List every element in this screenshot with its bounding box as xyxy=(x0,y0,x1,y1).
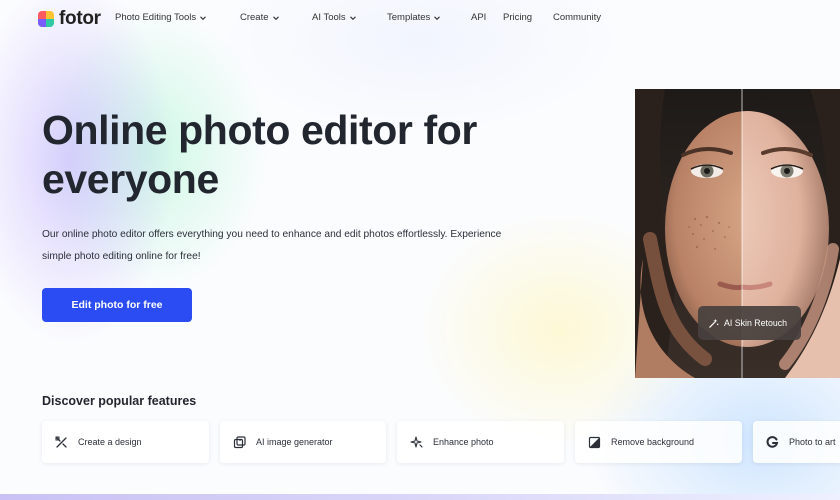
nav-item-community[interactable]: Community xyxy=(553,12,601,23)
feature-label: Create a design xyxy=(78,437,142,447)
nav-item-photo-editing-tools[interactable]: Photo Editing Tools xyxy=(115,12,207,23)
hero-title-line-2: everyone xyxy=(42,156,219,202)
ai-image-icon xyxy=(233,435,246,448)
chevron-down-icon xyxy=(272,15,279,20)
feature-label: Photo to art xyxy=(789,437,836,447)
design-tools-icon xyxy=(55,436,67,448)
features-title: Discover popular features xyxy=(42,394,197,408)
nav-label: API xyxy=(471,12,487,23)
nav-item-pricing[interactable]: Pricing xyxy=(503,12,532,23)
edit-photo-for-free-button[interactable]: Edit photo for free xyxy=(42,288,192,322)
feature-label: AI image generator xyxy=(256,437,333,447)
sparkle-wand-icon xyxy=(709,318,719,328)
nav-label: Photo Editing Tools xyxy=(115,12,197,23)
feature-enhance-photo[interactable]: Enhance photo xyxy=(397,421,564,463)
remove-bg-icon xyxy=(588,436,601,448)
sparkle-enhance-icon xyxy=(410,435,423,448)
hero-description-line-1: Our online photo editor offers everythin… xyxy=(42,229,502,240)
top-nav: fotor Photo Editing Tools Create AI Tool… xyxy=(0,0,840,36)
chevron-down-icon xyxy=(349,15,356,20)
nav-item-templates[interactable]: Templates xyxy=(387,12,441,23)
hero-description-line-2: simple photo editing online for free! xyxy=(42,251,201,262)
chevron-down-icon xyxy=(434,15,441,20)
hero-description: Our online photo editor offers everythin… xyxy=(42,224,582,268)
hero-title: Online photo editor for everyone xyxy=(42,106,582,204)
nav-label: Create xyxy=(240,12,269,23)
ai-skin-retouch-badge[interactable]: AI Skin Retouch xyxy=(698,306,801,340)
feature-photo-to-art[interactable]: Photo to art xyxy=(753,421,840,463)
nav-item-api[interactable]: API xyxy=(471,12,486,23)
feature-remove-background[interactable]: Remove background xyxy=(575,421,742,463)
g-logo-icon xyxy=(766,435,779,448)
nav-label: AI Tools xyxy=(312,12,346,23)
feature-label: Enhance photo xyxy=(433,437,494,447)
nav-item-create[interactable]: Create xyxy=(240,12,280,23)
nav-label: Templates xyxy=(387,12,431,23)
fotor-logo-icon xyxy=(38,11,54,27)
nav-label: Pricing xyxy=(503,12,533,23)
feature-create-a-design[interactable]: Create a design xyxy=(42,421,209,463)
badge-label: AI Skin Retouch xyxy=(724,318,788,328)
feature-label: Remove background xyxy=(611,437,695,447)
logo-text: fotor xyxy=(59,8,101,29)
nav-item-ai-tools[interactable]: AI Tools xyxy=(312,12,357,23)
fotor-logo[interactable]: fotor xyxy=(38,8,101,30)
hero-title-line-1: Online photo editor for xyxy=(42,107,477,153)
chevron-down-icon xyxy=(200,15,207,20)
bottom-gradient-bar xyxy=(0,494,840,500)
nav-label: Community xyxy=(553,12,602,23)
feature-ai-image-generator[interactable]: AI image generator xyxy=(220,421,386,463)
